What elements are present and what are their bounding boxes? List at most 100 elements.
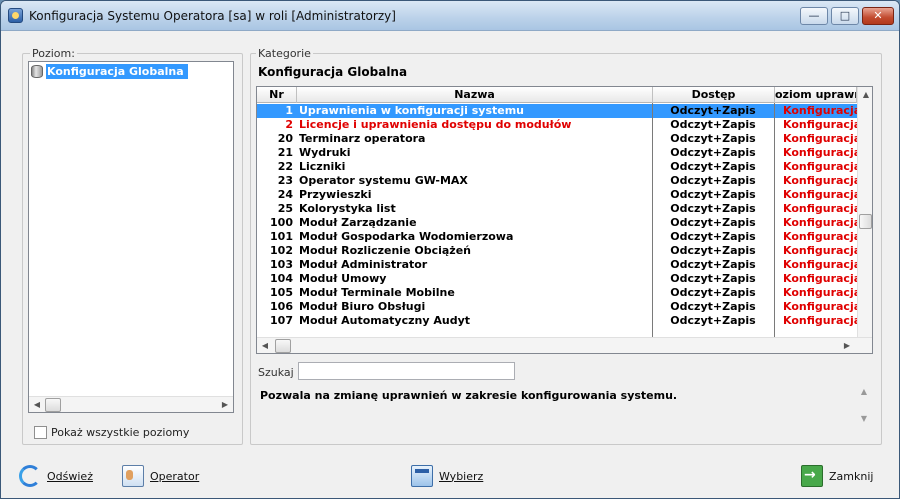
table-row[interactable]: 24 Przywieszki Odczyt+Zapis Konfiguracja bbox=[257, 188, 857, 202]
operator-icon bbox=[122, 465, 144, 487]
tree-item-global-config[interactable]: Konfiguracja Globalna bbox=[31, 64, 188, 79]
cell-nr: 25 bbox=[277, 202, 293, 215]
category-title: Konfiguracja Globalna bbox=[258, 65, 408, 79]
table-row[interactable]: 104 Moduł Umowy Odczyt+Zapis Konfiguracja bbox=[257, 272, 857, 286]
cell-name: Operator systemu GW-MAX bbox=[299, 174, 468, 187]
table-row[interactable]: 102 Moduł Rozliczenie Obciążeń Odczyt+Zapi… bbox=[257, 244, 857, 258]
cell-access: Odczyt+Zapis bbox=[670, 174, 756, 187]
column-header-access[interactable]: Dostęp bbox=[653, 87, 775, 103]
table-row[interactable]: 107 Moduł Automatyczny Audyt Odczyt+Zapis K… bbox=[257, 314, 857, 328]
cell-name: Moduł Rozliczenie Obciążeń bbox=[299, 244, 471, 257]
cell-level: Konfiguracja bbox=[783, 146, 857, 159]
close-button[interactable]: Zamknij bbox=[801, 463, 873, 489]
table-row[interactable]: 22 Liczniki Odczyt+Zapis Konfiguracja bbox=[257, 160, 857, 174]
cell-nr: 23 bbox=[277, 174, 293, 187]
cell-name: Moduł Zarządzanie bbox=[299, 216, 417, 229]
cell-name: Moduł Administrator bbox=[299, 258, 428, 271]
cell-name: Moduł Biuro Obsługi bbox=[299, 300, 426, 313]
cell-level: Konfiguracja bbox=[783, 216, 857, 229]
scroll-right-arrow-icon[interactable]: ▶ bbox=[217, 397, 233, 413]
description-box: Pozwala na zmianę uprawnień w zakresie k… bbox=[256, 385, 873, 439]
cell-name: Uprawnienia w konfiguracji systemu bbox=[299, 104, 525, 117]
table-row[interactable]: 1 Uprawnienia w konfiguracji systemu Odczy… bbox=[257, 104, 857, 118]
cell-nr: 102 bbox=[270, 244, 293, 257]
cell-name: Licencje i uprawnienia dostępu do modułó… bbox=[299, 118, 572, 131]
search-label: Szukaj bbox=[258, 366, 294, 379]
tree-horizontal-scrollbar[interactable]: ◀ ▶ bbox=[29, 396, 233, 412]
cell-name: Wydruki bbox=[299, 146, 351, 159]
cell-access: Odczyt+Zapis bbox=[670, 132, 756, 145]
table-row[interactable]: 103 Moduł Administrator Odczyt+Zapis Konfig… bbox=[257, 258, 857, 272]
table-row[interactable]: 2 Licencje i uprawnienia dostępu do moduł… bbox=[257, 118, 857, 132]
cell-access: Odczyt+Zapis bbox=[670, 230, 756, 243]
table-row[interactable]: 21 Wydruki Odczyt+Zapis Konfiguracja bbox=[257, 146, 857, 160]
cell-level: Konfiguracja bbox=[783, 230, 857, 243]
close-window-button[interactable]: ✕ bbox=[862, 7, 894, 25]
minimize-button[interactable]: — bbox=[800, 7, 828, 25]
show-all-levels-checkbox[interactable] bbox=[34, 426, 47, 439]
cell-nr: 105 bbox=[270, 286, 293, 299]
cell-access: Odczyt+Zapis bbox=[670, 118, 756, 131]
cell-level: Konfiguracja bbox=[783, 272, 857, 285]
scroll-thumb[interactable] bbox=[45, 398, 61, 412]
cell-access: Odczyt+Zapis bbox=[670, 146, 756, 159]
tree-item-label: Konfiguracja Globalna bbox=[46, 64, 188, 79]
cell-name: Przywieszki bbox=[299, 188, 372, 201]
cell-name: Moduł Terminale Mobilne bbox=[299, 286, 455, 299]
column-header-level[interactable]: oziom uprawnie bbox=[775, 87, 857, 103]
cell-name: Kolorystyka list bbox=[299, 202, 396, 215]
scroll-thumb[interactable] bbox=[859, 214, 872, 229]
cell-access: Odczyt+Zapis bbox=[670, 160, 756, 173]
cell-nr: 101 bbox=[270, 230, 293, 243]
table-row[interactable]: 20 Terminarz operatora Odczyt+Zapis Konfigu… bbox=[257, 132, 857, 146]
cell-level: Konfiguracja bbox=[783, 286, 857, 299]
operator-button[interactable]: Operator bbox=[122, 463, 199, 489]
table-row[interactable]: 25 Kolorystyka list Odczyt+Zapis Konfigurac… bbox=[257, 202, 857, 216]
show-all-levels-label[interactable]: Pokaż wszystkie poziomy bbox=[51, 426, 189, 439]
cell-access: Odczyt+Zapis bbox=[670, 300, 756, 313]
grid-header: Nr Nazwa Dostęp oziom uprawnie bbox=[257, 87, 857, 103]
refresh-label: Odśwież bbox=[47, 469, 93, 483]
scroll-left-arrow-icon[interactable]: ◀ bbox=[257, 338, 273, 353]
table-row[interactable]: 100 Moduł Zarządzanie Odczyt+Zapis Konfigur… bbox=[257, 216, 857, 230]
cell-nr: 100 bbox=[270, 216, 293, 229]
column-header-name[interactable]: Nazwa bbox=[297, 87, 653, 103]
refresh-button[interactable]: Odśwież bbox=[19, 463, 93, 489]
cell-nr: 20 bbox=[277, 132, 293, 145]
table-row[interactable]: 105 Moduł Terminale Mobilne Odczyt+Zapis Ko… bbox=[257, 286, 857, 300]
cell-nr: 1 bbox=[285, 104, 293, 117]
maximize-button[interactable]: □ bbox=[831, 7, 859, 25]
cell-access: Odczyt+Zapis bbox=[670, 188, 756, 201]
permissions-grid[interactable]: Nr Nazwa Dostęp oziom uprawnie 1 Uprawnie… bbox=[256, 86, 873, 354]
scroll-thumb[interactable] bbox=[275, 339, 291, 353]
description-text: Pozwala na zmianę uprawnień w zakresie k… bbox=[260, 389, 678, 402]
cell-level: Konfiguracja bbox=[783, 314, 857, 327]
table-row[interactable]: 23 Operator systemu GW-MAX Odczyt+Zapis Kon… bbox=[257, 174, 857, 188]
scroll-left-arrow-icon[interactable]: ◀ bbox=[29, 397, 45, 413]
cell-level: Konfiguracja bbox=[783, 104, 857, 117]
description-scrollbar[interactable]: ▲ ▼ bbox=[857, 387, 871, 437]
scroll-right-arrow-icon[interactable]: ▶ bbox=[839, 338, 855, 353]
cell-access: Odczyt+Zapis bbox=[670, 314, 756, 327]
cell-access: Odczyt+Zapis bbox=[670, 104, 756, 117]
refresh-icon bbox=[19, 465, 41, 487]
level-group-legend: Poziom: bbox=[30, 47, 77, 60]
level-tree[interactable]: Konfiguracja Globalna ◀ ▶ bbox=[28, 61, 234, 413]
search-input[interactable] bbox=[298, 362, 515, 380]
table-row[interactable]: 106 Moduł Biuro Obsługi Odczyt+Zapis Konfig… bbox=[257, 300, 857, 314]
select-button[interactable]: Wybierz bbox=[411, 463, 483, 489]
cell-access: Odczyt+Zapis bbox=[670, 244, 756, 257]
exit-door-icon bbox=[801, 465, 823, 487]
column-header-nr[interactable]: Nr bbox=[257, 87, 297, 103]
scroll-up-arrow-icon[interactable]: ▲ bbox=[858, 87, 872, 103]
table-row[interactable]: 101 Moduł Gospodarka Wodomierzowa Odczyt+Z… bbox=[257, 230, 857, 244]
cell-name: Moduł Gospodarka Wodomierzowa bbox=[299, 230, 514, 243]
cell-access: Odczyt+Zapis bbox=[670, 216, 756, 229]
grid-horizontal-scrollbar[interactable]: ◀ ▶ bbox=[257, 337, 872, 353]
grid-vertical-scrollbar[interactable]: ▲ bbox=[857, 87, 872, 337]
title-bar[interactable]: Konfiguracja Systemu Operatora [sa] w ro… bbox=[1, 1, 899, 31]
cell-access: Odczyt+Zapis bbox=[670, 258, 756, 271]
cell-nr: 21 bbox=[277, 146, 293, 159]
select-label: Wybierz bbox=[439, 469, 484, 483]
cell-level: Konfiguracja bbox=[783, 202, 857, 215]
